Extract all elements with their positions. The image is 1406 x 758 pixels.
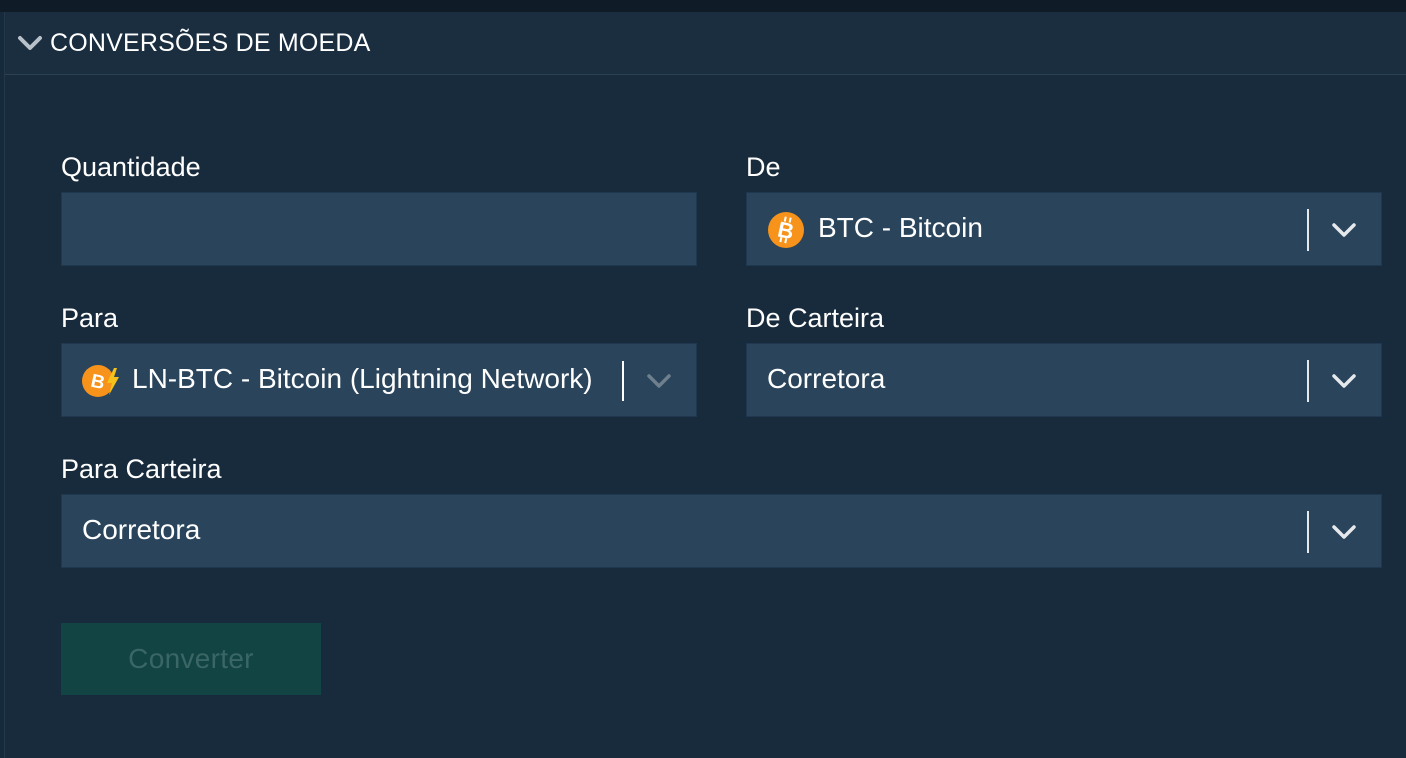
from-label: De [746, 152, 781, 182]
convert-button[interactable]: Converter [61, 623, 321, 695]
currency-conversion-panel: CONVERSÕES DE MOEDA Quantidade De B BTC … [4, 12, 1406, 758]
from-currency-select[interactable]: B BTC - Bitcoin [746, 192, 1382, 266]
section-title: CONVERSÕES DE MOEDA [50, 29, 371, 57]
quantity-field[interactable] [61, 192, 697, 266]
bitcoin-icon: B [768, 212, 804, 248]
from-wallet-value: Corretora [767, 363, 886, 394]
to-wallet-select[interactable]: Corretora [61, 494, 1382, 568]
quantity-label: Quantidade [61, 152, 201, 182]
section-header[interactable]: CONVERSÕES DE MOEDA [5, 12, 1406, 75]
chevron-down-icon[interactable] [17, 33, 43, 53]
from-currency-value: BTC - Bitcoin [818, 212, 983, 243]
from-wallet-select[interactable]: Corretora [746, 343, 1382, 417]
text-caret [622, 361, 624, 401]
chevron-down-icon[interactable] [1331, 370, 1357, 392]
chevron-down-icon[interactable] [1331, 521, 1357, 543]
to-wallet-value: Corretora [82, 514, 201, 545]
bitcoin-lightning-icon: B [82, 365, 119, 397]
to-currency-select[interactable]: B LN-BTC - Bitcoin (Lightning Network) [61, 343, 697, 417]
to-label: Para [61, 303, 119, 333]
chevron-down-icon[interactable] [646, 370, 672, 392]
to-wallet-label: Para Carteira [61, 454, 222, 484]
from-wallet-label: De Carteira [746, 303, 885, 333]
select-divider [1307, 511, 1309, 553]
top-strip [0, 0, 1406, 12]
select-divider [1307, 360, 1309, 402]
chevron-down-icon[interactable] [1331, 219, 1357, 241]
quantity-input[interactable] [62, 193, 696, 265]
select-divider [1307, 209, 1309, 251]
to-currency-value: LN-BTC - Bitcoin (Lightning Network) [132, 363, 593, 394]
